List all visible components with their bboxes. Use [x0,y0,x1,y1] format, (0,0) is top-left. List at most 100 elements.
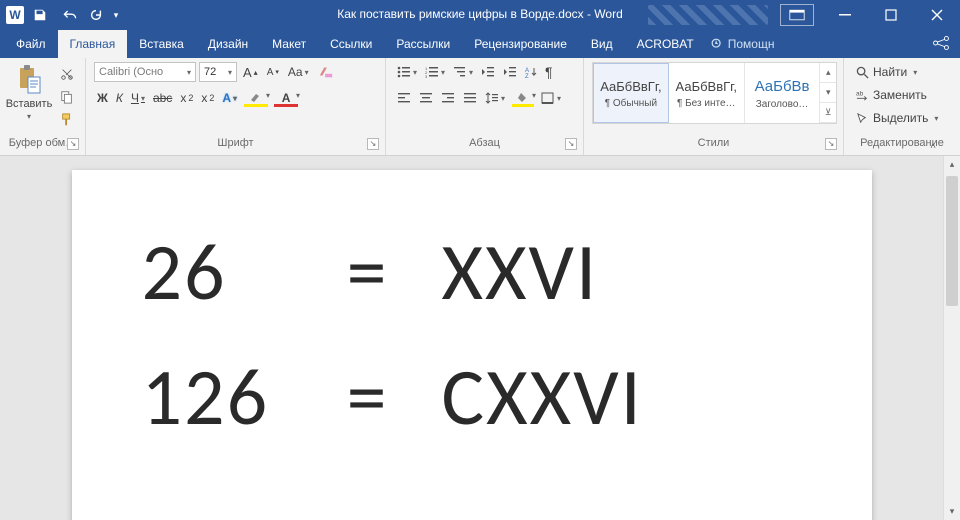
document-scroll[interactable]: 26 = XXVI 126 = CXXVI [0,156,943,520]
font-size-combo[interactable]: 72▾ [199,62,237,82]
styles-launcher[interactable]: ↘ [825,138,837,150]
save-button[interactable] [26,2,54,28]
svg-text:Z: Z [525,74,529,78]
shrink-font-button[interactable]: A▾ [264,62,282,82]
word-logo-icon: W [6,6,24,24]
group-clipboard-label: Буфер обм…↘ [8,137,77,153]
vertical-scrollbar[interactable]: ▴ ▾ [943,156,960,520]
maximize-button[interactable] [868,0,914,30]
window-controls [648,0,960,30]
cut-button[interactable] [56,64,78,84]
share-button[interactable] [928,32,954,54]
ribbon-tabs: Файл Главная Вставка Дизайн Макет Ссылки… [0,30,960,58]
equals-sign: = [342,349,392,446]
group-styles: АаБбВвГг, ¶ Обычный АаБбВвГг, ¶ Без инте… [584,58,844,155]
bold-button[interactable]: Ж [94,88,111,108]
tab-insert[interactable]: Вставка [127,30,196,58]
ribbon-display-options-button[interactable] [780,4,814,26]
tab-mailings[interactable]: Рассылки [384,30,462,58]
tab-references[interactable]: Ссылки [318,30,384,58]
redo-button[interactable] [86,2,106,28]
group-font: Calibri (Осно▾ 72▾ A▴ A▾ Aa ▾ Ж К Ч ▾ ab… [86,58,386,155]
scroll-up-button[interactable]: ▴ [944,156,960,173]
paragraph-launcher[interactable]: ↘ [565,138,577,150]
align-left-button[interactable] [394,88,414,108]
tab-design[interactable]: Дизайн [196,30,260,58]
shading-button[interactable]: ▾ [510,88,536,108]
copy-button[interactable] [56,87,78,107]
group-paragraph-label: Абзац↘ [394,137,575,153]
group-paragraph: ▾ 123▾ ▾ AZ ¶ ▾ ▾ ▾ Абзац↘ [386,58,584,155]
font-name-combo[interactable]: Calibri (Осно▾ [94,62,196,82]
font-launcher[interactable]: ↘ [367,138,379,150]
find-button[interactable]: Найти▾ [852,62,942,82]
minimize-button[interactable] [822,0,868,30]
page[interactable]: 26 = XXVI 126 = CXXVI [72,170,872,520]
doc-line-2: 126 = CXXVI [142,349,802,446]
grow-font-button[interactable]: A▴ [240,62,261,82]
font-size-value: 72 [204,66,216,78]
find-label: Найти [873,65,907,79]
close-button[interactable] [914,0,960,30]
paste-label: Вставить [6,98,53,110]
number-value: 126 [142,349,292,446]
borders-button[interactable]: ▾ [538,88,564,108]
replace-label: Заменить [873,88,927,102]
scroll-down-button[interactable]: ▾ [944,503,960,520]
multilevel-list-button[interactable]: ▾ [450,62,476,82]
group-styles-label: Стили↘ [592,137,835,153]
roman-value: XXVI [442,224,599,321]
subscript-button[interactable]: x2 [177,88,196,108]
superscript-button[interactable]: x2 [198,88,217,108]
document-area: 26 = XXVI 126 = CXXVI ▴ ▾ [0,156,960,520]
doc-line-1: 26 = XXVI [142,224,802,321]
sort-button[interactable]: AZ [522,62,540,82]
styles-gallery[interactable]: АаБбВвГг, ¶ Обычный АаБбВвГг, ¶ Без инте… [592,62,837,124]
change-case-button[interactable]: Aa ▾ [285,62,312,82]
tab-view[interactable]: Вид [579,30,625,58]
group-font-label: Шрифт↘ [94,137,377,153]
roman-value: CXXVI [442,349,643,446]
style-no-spacing[interactable]: АаБбВвГг, ¶ Без инте… [669,63,745,123]
styles-gallery-scroll[interactable]: ▴▾⊻ [820,63,836,123]
select-button[interactable]: Выделить▾ [852,108,942,128]
font-color-button[interactable]: A▾ [272,88,300,108]
decrease-indent-button[interactable] [478,62,498,82]
clipboard-launcher[interactable]: ↘ [67,138,79,150]
increase-indent-button[interactable] [500,62,520,82]
strikethrough-button[interactable]: abc [150,88,175,108]
font-name-value: Calibri (Осно [99,66,163,78]
account-area [648,5,768,25]
qat-customize-button[interactable]: ▾ [108,2,124,28]
replace-button[interactable]: ab Заменить [852,85,942,105]
equals-sign: = [342,224,392,321]
numbering-button[interactable]: 123▾ [422,62,448,82]
format-painter-button[interactable] [56,110,78,130]
show-marks-button[interactable]: ¶ [542,62,556,82]
line-spacing-button[interactable]: ▾ [482,88,508,108]
tab-layout[interactable]: Макет [260,30,318,58]
style-normal[interactable]: АаБбВвГг, ¶ Обычный [593,63,669,123]
align-right-button[interactable] [438,88,458,108]
paste-button[interactable]: Вставить ▾ [8,62,50,123]
text-effects-button[interactable]: A ▾ [219,88,240,108]
svg-text:3: 3 [425,74,428,78]
highlight-button[interactable]: ▾ [242,88,270,108]
underline-button[interactable]: Ч ▾ [128,88,148,108]
style-heading1[interactable]: АаБбВв Заголово… [745,63,821,123]
scroll-thumb[interactable] [946,176,958,306]
undo-button[interactable] [56,2,84,28]
group-editing: Найти▾ ab Заменить Выделить▾ Редактирова… [844,58,960,155]
tab-home[interactable]: Главная [58,30,128,58]
clear-formatting-button[interactable] [315,62,337,82]
tell-me-search[interactable]: Помощн [710,30,775,58]
italic-button[interactable]: К [113,88,126,108]
align-center-button[interactable] [416,88,436,108]
tab-acrobat[interactable]: ACROBAT [625,30,706,58]
collapse-ribbon-button[interactable]: ˄ [924,139,942,153]
tab-file[interactable]: Файл [4,30,58,58]
svg-text:ab: ab [856,90,864,97]
justify-button[interactable] [460,88,480,108]
tab-review[interactable]: Рецензирование [462,30,579,58]
bullets-button[interactable]: ▾ [394,62,420,82]
